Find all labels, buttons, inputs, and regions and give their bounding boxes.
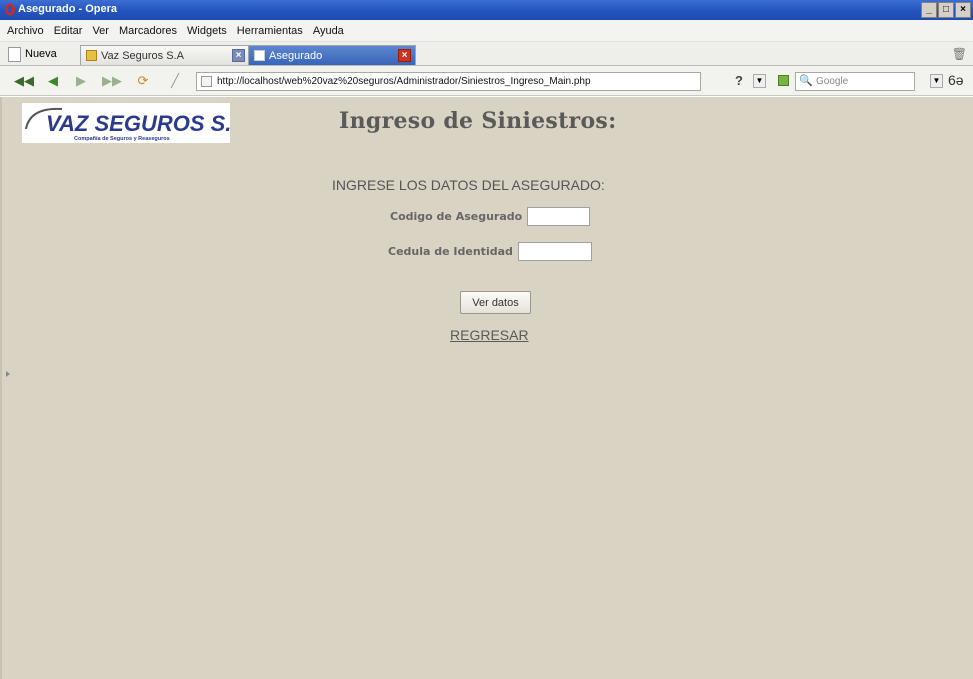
page-icon: [201, 76, 212, 87]
back-arrow-icon[interactable]: ◀: [44, 73, 62, 89]
tab-label: Asegurado: [269, 49, 323, 62]
reload-icon[interactable]: ⟳: [134, 73, 152, 89]
trash-icon[interactable]: 🗑: [952, 47, 967, 61]
page-title: Ingreso de Siniestros:: [339, 108, 617, 134]
close-tab-icon[interactable]: ×: [398, 49, 411, 62]
panel-toggle-arrow-icon[interactable]: [6, 371, 10, 377]
cedula-identidad-input[interactable]: [517, 242, 592, 261]
menu-ver[interactable]: Ver: [87, 25, 114, 37]
new-tab-button[interactable]: Nueva: [8, 45, 57, 63]
rewind-icon[interactable]: ◀◀: [14, 73, 34, 89]
feed-icon[interactable]: [778, 75, 789, 86]
search-placeholder: Google: [816, 76, 849, 87]
close-window-button[interactable]: ×: [955, 2, 971, 18]
search-engine-dropdown-icon[interactable]: ▼: [930, 74, 943, 88]
tab-label: Vaz Seguros S.A: [101, 49, 184, 62]
forward-arrow-icon[interactable]: ▶: [72, 73, 90, 89]
opera-icon: [5, 3, 15, 16]
form-prompt: INGRESE LOS DATOS DEL ASEGURADO:: [332, 177, 605, 193]
fast-forward-icon[interactable]: ▶▶: [102, 73, 122, 89]
window-controls: _ □ ×: [921, 2, 971, 18]
codigo-asegurado-input[interactable]: [527, 207, 591, 226]
company-logo: VAZ SEGUROS S.A. Compañía de Seguros y R…: [22, 103, 230, 143]
window-title: Asegurado - Opera: [18, 3, 118, 15]
search-icon: 🔍: [799, 75, 813, 87]
address-input[interactable]: http://localhost/web%20vaz%20seguros/Adm…: [196, 72, 701, 91]
url-text: http://localhost/web%20vaz%20seguros/Adm…: [217, 76, 591, 87]
menu-marcadores[interactable]: Marcadores: [114, 25, 182, 37]
page-favicon-icon: [254, 50, 265, 61]
close-tab-icon[interactable]: ×: [232, 49, 245, 62]
tab-vaz-seguros[interactable]: Vaz Seguros S.A ×: [80, 45, 250, 65]
codigo-asegurado-label: Codigo de Asegurado: [390, 210, 523, 223]
page-content: VAZ SEGUROS S.A. Compañía de Seguros y R…: [0, 97, 973, 679]
window-titlebar: Asegurado - Opera _ □ ×: [0, 0, 973, 20]
menu-ayuda[interactable]: Ayuda: [308, 25, 349, 37]
logo-text: VAZ SEGUROS S.A.: [46, 111, 230, 136]
logo-graphic: VAZ SEGUROS S.A. Compañía de Seguros y R…: [25, 107, 230, 142]
help-icon[interactable]: ?: [735, 73, 743, 88]
page-favicon-icon: [86, 50, 97, 61]
menu-archivo[interactable]: Archivo: [2, 25, 49, 37]
menu-bar: Archivo Editar Ver Marcadores Widgets He…: [0, 20, 973, 42]
menu-widgets[interactable]: Widgets: [182, 25, 232, 37]
new-tab-label: Nueva: [25, 48, 57, 60]
zoom-glasses-icon[interactable]: 6ə: [948, 72, 964, 88]
maximize-button[interactable]: □: [938, 2, 954, 18]
minimize-button[interactable]: _: [921, 2, 937, 18]
search-input[interactable]: 🔍 Google: [795, 72, 915, 91]
cedula-identidad-label: Cedula de Identidad: [388, 245, 513, 258]
cedula-identidad-row: Cedula de Identidad: [388, 242, 592, 261]
chevron-down-icon[interactable]: ▼: [753, 74, 766, 88]
regresar-link[interactable]: REGRESAR: [450, 327, 529, 343]
ver-datos-button[interactable]: Ver datos: [460, 291, 531, 314]
menu-herramientas[interactable]: Herramientas: [232, 25, 308, 37]
codigo-asegurado-row: Codigo de Asegurado: [390, 207, 591, 226]
menu-editar[interactable]: Editar: [49, 25, 88, 37]
logo-subtext: Compañía de Seguros y Reaseguros: [74, 136, 170, 142]
tab-asegurado[interactable]: Asegurado ×: [248, 45, 416, 65]
new-page-icon: [8, 46, 21, 62]
navigation-toolbar: ◀◀ ◀ ▶ ▶▶ ⟳ ╱ http://localhost/web%20vaz…: [0, 66, 973, 96]
tab-bar: Nueva Vaz Seguros S.A × Asegurado × 🗑: [0, 42, 973, 66]
edit-pencil-icon[interactable]: ╱: [166, 73, 184, 89]
